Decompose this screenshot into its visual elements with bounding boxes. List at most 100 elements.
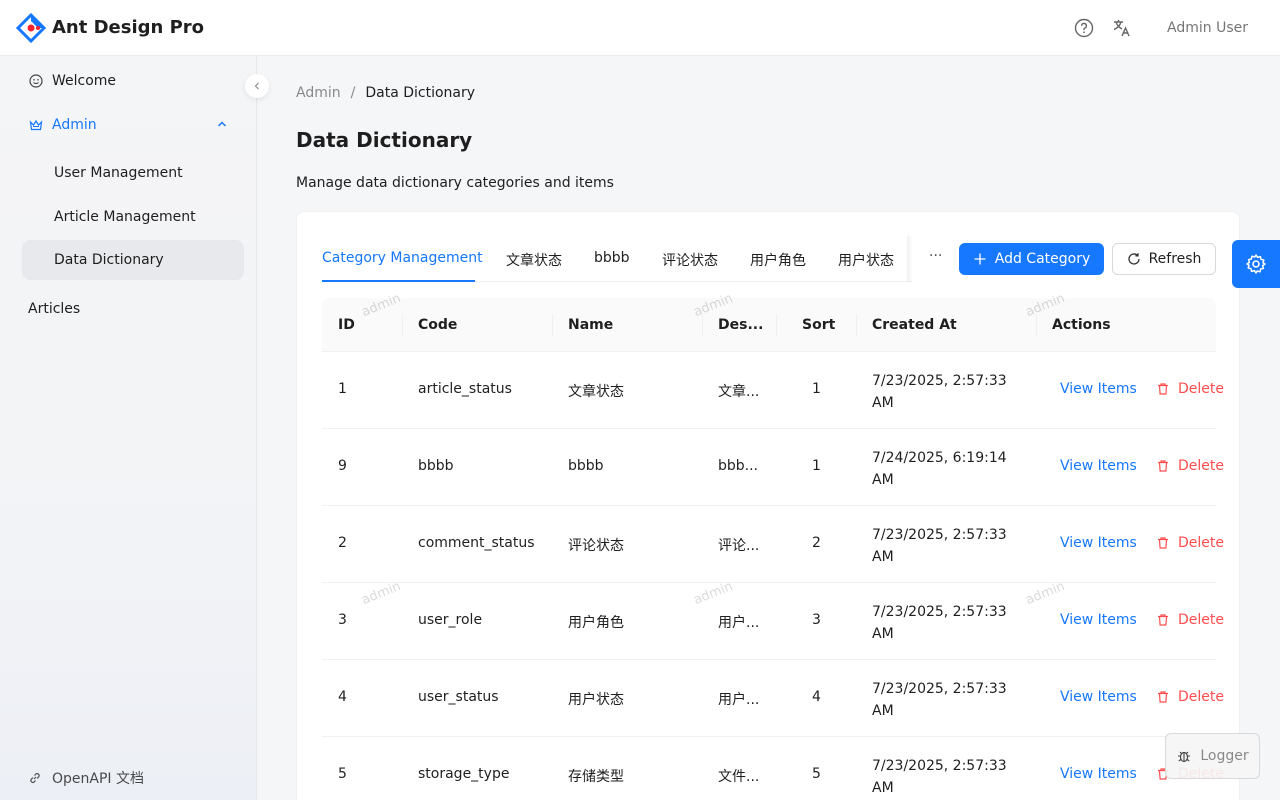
table-row: 1 article_status 文章状态 文章... 1 7/23/2025, 2:57… xyxy=(322,352,1224,429)
sidebar: Welcome Admin User Management Article Ma… xyxy=(0,56,257,800)
cell-created-at: 7/23/2025, 2:57:33 AM xyxy=(872,373,1007,411)
tab-overflow-shadow xyxy=(907,236,913,282)
breadcrumb-current: Data Dictionary xyxy=(365,85,476,101)
cell-id: 1 xyxy=(338,381,347,397)
plus-icon xyxy=(973,252,987,266)
tab-comment-status[interactable]: 评论状态 xyxy=(662,250,718,270)
column-header-name[interactable]: Name xyxy=(568,317,613,333)
reload-icon xyxy=(1127,252,1141,266)
sidebar-item-articles[interactable]: Articles xyxy=(22,289,244,329)
view-items-link[interactable]: View Items xyxy=(1060,458,1137,474)
table-row: 2 comment_status 评论状态 评论... 2 7/23/2025, 2:57… xyxy=(322,506,1224,583)
page-description: Manage data dictionary categories and it… xyxy=(296,175,614,191)
cell-id: 9 xyxy=(338,458,347,474)
tab-bar: Category Management 文章状态 bbbb 评论状态 用户角色 … xyxy=(322,238,912,282)
column-header-code[interactable]: Code xyxy=(418,317,457,333)
delete-button[interactable]: Delete xyxy=(1156,535,1224,551)
logger-button[interactable]: Logger xyxy=(1165,733,1260,779)
openapi-label: OpenAPI 文档 xyxy=(52,771,144,787)
cell-id: 3 xyxy=(338,612,347,628)
sidebar-item-article-management[interactable]: Article Management xyxy=(22,197,244,237)
cell-sort: 2 xyxy=(812,535,821,551)
tab-article-status[interactable]: 文章状态 xyxy=(506,250,562,270)
sidebar-item-label: Admin xyxy=(52,117,97,133)
sidebar-item-data-dictionary[interactable]: Data Dictionary xyxy=(22,240,244,280)
translation-icon[interactable] xyxy=(1111,17,1133,39)
cell-description: 文件... xyxy=(718,769,760,785)
column-header-created-at[interactable]: Created At xyxy=(872,317,957,333)
table-row: 3 user_role 用户角色 用户... 3 7/23/2025, 2:57:33 A… xyxy=(322,583,1224,660)
column-header-sort[interactable]: Sort xyxy=(802,317,835,333)
breadcrumb-parent[interactable]: Admin xyxy=(296,85,341,101)
content-card: Category Management 文章状态 bbbb 评论状态 用户角色 … xyxy=(296,211,1240,800)
sidebar-item-user-management[interactable]: User Management xyxy=(22,153,244,193)
cell-code: article_status xyxy=(418,381,512,397)
sidebar-item-label: Article Management xyxy=(54,209,196,225)
table-row: 9 bbbb bbbb bbb... 1 7/24/2025, 6:19:14 AM Vie… xyxy=(322,429,1224,506)
delete-button[interactable]: Delete xyxy=(1156,458,1224,474)
table-header: ID Code Name Des... Sort Created At Acti… xyxy=(322,298,1216,352)
cell-code: user_status xyxy=(418,689,499,705)
cell-id: 2 xyxy=(338,535,347,551)
breadcrumb-separator: / xyxy=(350,85,356,101)
column-header-id[interactable]: ID xyxy=(338,317,355,333)
column-divider xyxy=(552,314,553,336)
view-items-link[interactable]: View Items xyxy=(1060,612,1137,628)
tabs-more-button[interactable]: ··· xyxy=(929,248,942,264)
sidebar-item-label: Data Dictionary xyxy=(54,252,164,268)
delete-button[interactable]: Delete xyxy=(1156,381,1224,397)
user-name[interactable]: Admin User xyxy=(1167,20,1256,36)
cell-code: user_role xyxy=(418,612,483,628)
app-title: Ant Design Pro xyxy=(52,17,205,38)
cell-name: bbbb xyxy=(568,458,604,474)
column-header-actions: Actions xyxy=(1052,317,1111,333)
category-table: ID Code Name Des... Sort Created At Acti… xyxy=(322,298,1224,800)
chevron-up-icon xyxy=(217,121,227,127)
table-body: 1 article_status 文章状态 文章... 1 7/23/2025, 2:57… xyxy=(322,352,1224,800)
cell-code: comment_status xyxy=(418,535,535,551)
delete-button[interactable]: Delete xyxy=(1156,612,1224,628)
tab-user-role[interactable]: 用户角色 xyxy=(750,250,806,270)
delete-label: Delete xyxy=(1178,689,1224,705)
sidebar-item-admin[interactable]: Admin xyxy=(22,105,244,145)
delete-button[interactable]: Delete xyxy=(1156,689,1224,705)
cell-code: storage_type xyxy=(418,766,510,782)
sidebar-item-welcome[interactable]: Welcome xyxy=(22,61,244,101)
refresh-button[interactable]: Refresh xyxy=(1112,243,1216,275)
table-row: 4 user_status 用户状态 用户... 4 7/23/2025, 2:57:33… xyxy=(322,660,1224,737)
cell-description: 评论... xyxy=(718,538,760,554)
cell-created-at: 7/23/2025, 2:57:33 AM xyxy=(872,527,1007,565)
view-items-link[interactable]: View Items xyxy=(1060,381,1137,397)
add-category-label: Add Category xyxy=(994,251,1091,267)
cell-description: bbb... xyxy=(718,458,759,474)
question-circle-icon[interactable] xyxy=(1073,17,1095,39)
cell-name: 评论状态 xyxy=(568,538,624,554)
cell-created-at: 7/23/2025, 2:57:33 AM xyxy=(872,604,1007,642)
settings-drawer-button[interactable] xyxy=(1232,240,1280,288)
sidebar-item-label: Articles xyxy=(28,301,81,317)
cell-created-at: 7/23/2025, 2:57:33 AM xyxy=(872,681,1007,719)
column-divider xyxy=(856,314,857,336)
cell-sort: 4 xyxy=(812,689,821,705)
sidebar-footer-openapi[interactable]: OpenAPI 文档 xyxy=(28,768,144,788)
crown-icon xyxy=(28,117,44,133)
view-items-link[interactable]: View Items xyxy=(1060,535,1137,551)
chevron-left-icon xyxy=(254,82,259,90)
view-items-link[interactable]: View Items xyxy=(1060,766,1137,782)
trash-icon xyxy=(1156,459,1170,473)
sidebar-item-label: User Management xyxy=(54,165,183,181)
cell-sort: 5 xyxy=(812,766,821,782)
link-icon xyxy=(28,771,42,785)
tab-active-indicator xyxy=(322,280,475,282)
sidebar-collapse-button[interactable] xyxy=(245,74,269,98)
column-header-description[interactable]: Des... xyxy=(718,317,763,333)
delete-label: Delete xyxy=(1178,458,1224,474)
cell-name: 用户状态 xyxy=(568,692,624,708)
view-items-link[interactable]: View Items xyxy=(1060,689,1137,705)
tab-user-status[interactable]: 用户状态 xyxy=(838,250,894,270)
setting-icon xyxy=(1246,254,1266,274)
app-logo[interactable]: Ant Design Pro xyxy=(16,12,205,43)
add-category-button[interactable]: Add Category xyxy=(959,243,1104,275)
tab-category-management[interactable]: Category Management xyxy=(322,250,483,266)
tab-bbbb[interactable]: bbbb xyxy=(594,250,630,266)
